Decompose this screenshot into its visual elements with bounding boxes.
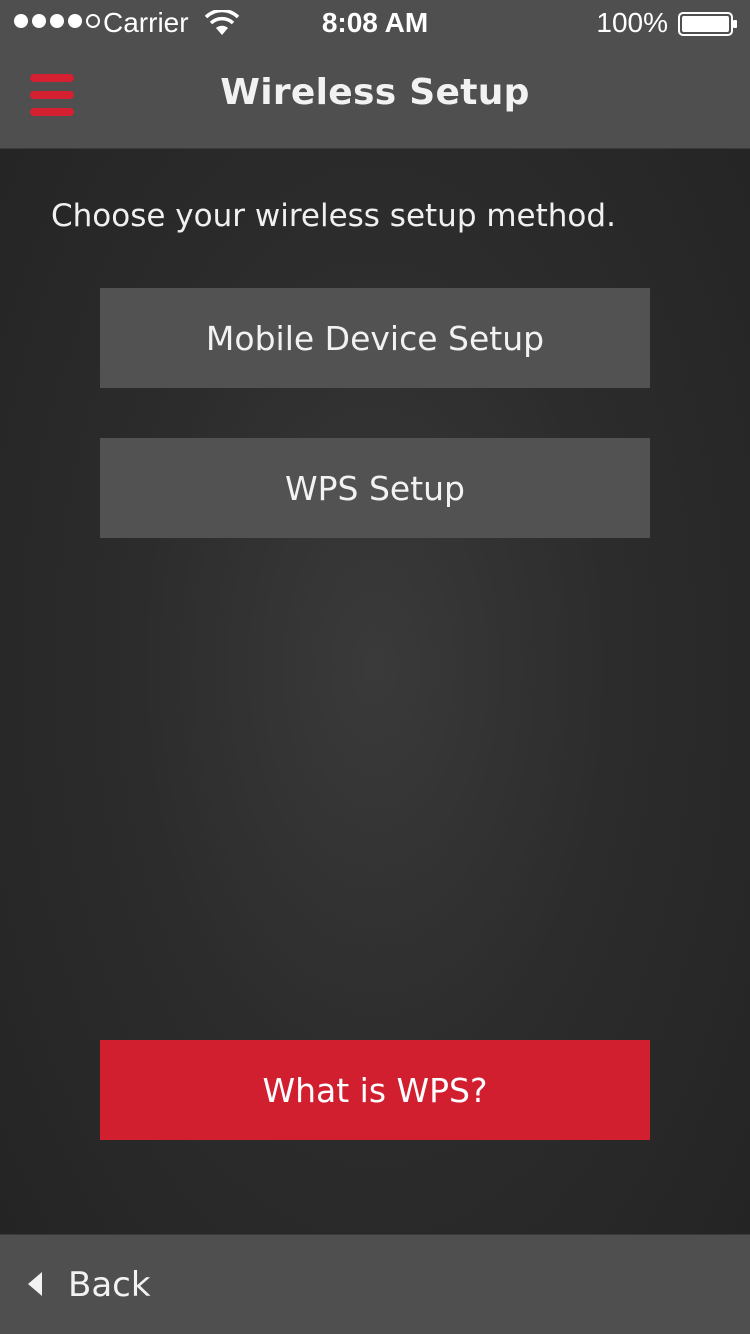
wireless-setup-screen: Carrier 8:08 AM 100% Wireless Setup Choo…: [0, 0, 750, 1334]
instruction-text: Choose your wireless setup method.: [51, 198, 616, 234]
back-button[interactable]: Back: [28, 1235, 151, 1334]
back-label: Back: [68, 1265, 151, 1305]
navigation-bar: Wireless Setup: [0, 48, 750, 148]
status-bar: Carrier 8:08 AM 100%: [0, 0, 750, 48]
bottom-bar: Back: [0, 1234, 750, 1334]
battery-icon: [678, 12, 737, 36]
page-title: Wireless Setup: [220, 72, 530, 113]
mobile-device-setup-button[interactable]: Mobile Device Setup: [100, 288, 650, 388]
what-is-wps-button[interactable]: What is WPS?: [100, 1040, 650, 1140]
chevron-left-icon: [28, 1272, 42, 1296]
battery-percentage: 100%: [596, 7, 668, 38]
wps-setup-button[interactable]: WPS Setup: [100, 438, 650, 538]
header: Carrier 8:08 AM 100% Wireless Setup: [0, 0, 750, 149]
